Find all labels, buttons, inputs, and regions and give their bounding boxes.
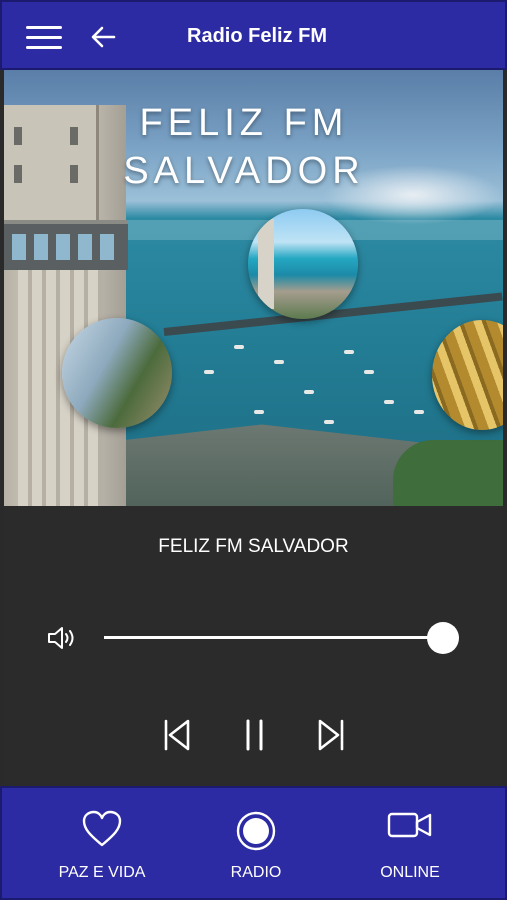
bottom-navigation: PAZ E VIDA RADIO ONLINE [0,786,507,900]
photo-circle-church [432,320,503,430]
arrow-left-icon[interactable] [90,24,116,50]
volume-slider-track[interactable] [104,636,444,639]
boat [324,420,334,424]
hero-title-line1: FELIZ FM [139,102,349,144]
station-name: FELIZ FM SALVADOR [158,536,349,557]
boat [384,400,394,404]
nav-label: RADIO [230,864,282,881]
hero-title-line2: SALVADOR [123,150,365,192]
skip-next-icon[interactable] [316,718,346,752]
app-toolbar: Radio Feliz FM [0,0,507,70]
skip-previous-icon[interactable] [162,718,192,752]
video-camera-icon [387,812,432,838]
heart-icon [82,810,122,847]
station-artwork: FELIZ FM SALVADOR [4,70,503,506]
nav-item-paz-e-vida[interactable]: PAZ E VIDA [32,788,172,898]
nav-label: ONLINE [380,864,440,881]
photo-circle-coast [62,318,172,428]
boat [274,360,284,364]
nav-label: PAZ E VIDA [58,864,146,881]
tower-deck [4,220,128,270]
boat [234,345,244,349]
boat [414,410,424,414]
boat [254,410,264,414]
trees [393,440,503,506]
radio-record-icon [236,811,276,851]
volume-slider-thumb[interactable] [427,622,459,654]
nav-item-online[interactable]: ONLINE [340,788,480,898]
boat [304,390,314,394]
player-panel: FELIZ FM SALVADOR [4,506,503,786]
photo-circle-tower [248,209,358,319]
boat [204,370,214,374]
hamburger-menu-icon[interactable] [26,26,62,50]
boat [344,350,354,354]
nav-item-radio[interactable]: RADIO [186,788,326,898]
pause-icon[interactable] [240,718,270,752]
page-title: Radio Feliz FM [187,25,327,47]
boat [364,370,374,374]
volume-icon[interactable] [46,626,78,650]
